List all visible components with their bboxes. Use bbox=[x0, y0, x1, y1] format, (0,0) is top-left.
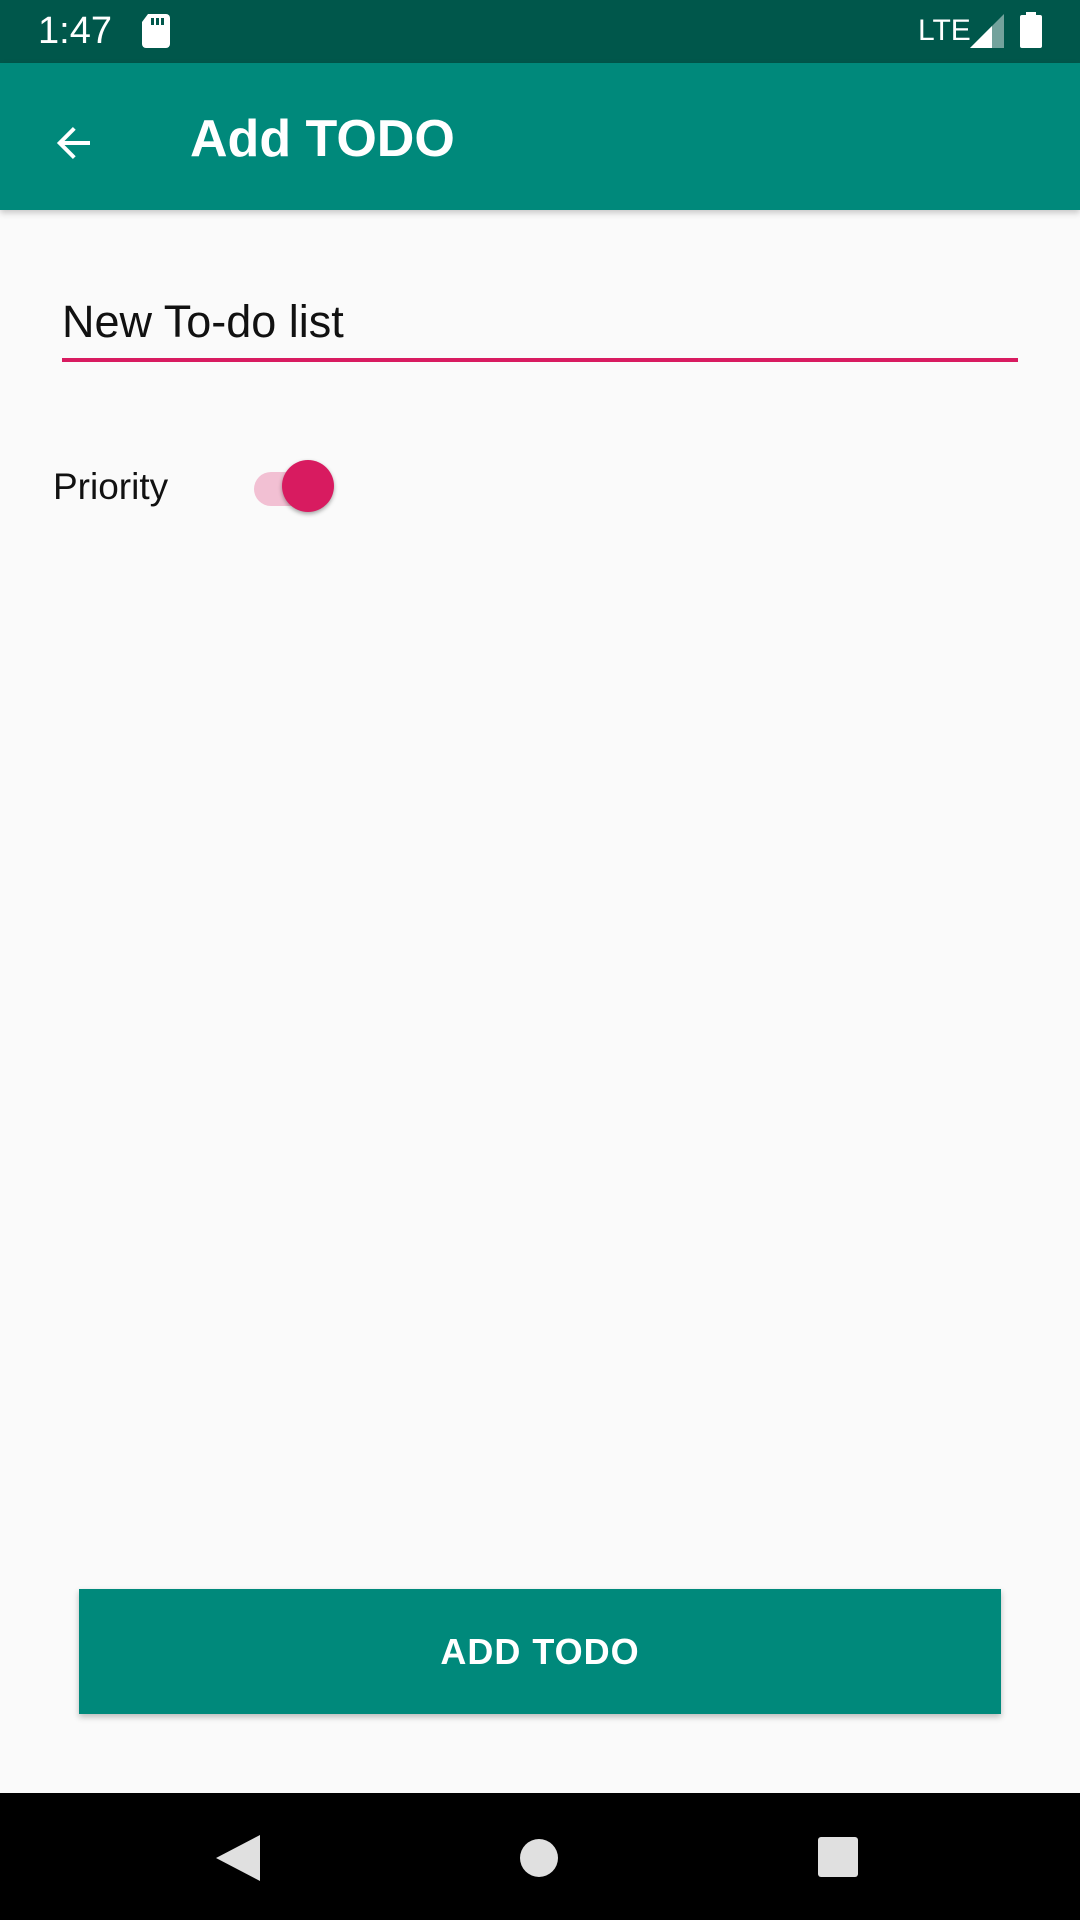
status-time: 1:47 bbox=[38, 10, 112, 52]
signal-icon bbox=[970, 14, 1004, 48]
priority-toggle-thumb bbox=[282, 460, 334, 512]
status-bar: 1:47 LTE bbox=[0, 0, 1080, 63]
back-button[interactable] bbox=[32, 101, 116, 185]
arrow-back-icon bbox=[56, 127, 90, 159]
sd-card-icon bbox=[142, 14, 170, 48]
page-title: Add TODO bbox=[190, 110, 455, 168]
app-bar: Add TODO bbox=[0, 63, 1080, 210]
navigation-bar bbox=[0, 1793, 1080, 1920]
nav-back-icon[interactable] bbox=[216, 1835, 260, 1881]
nav-home-icon[interactable] bbox=[520, 1839, 558, 1877]
network-type-label: LTE bbox=[918, 14, 971, 47]
nav-recents-icon[interactable] bbox=[818, 1837, 858, 1877]
priority-label: Priority bbox=[53, 466, 169, 507]
add-todo-button[interactable]: ADD TODO bbox=[79, 1589, 1001, 1714]
priority-toggle[interactable] bbox=[250, 458, 340, 514]
battery-icon bbox=[1020, 12, 1042, 48]
todo-title-input[interactable] bbox=[62, 286, 1018, 362]
